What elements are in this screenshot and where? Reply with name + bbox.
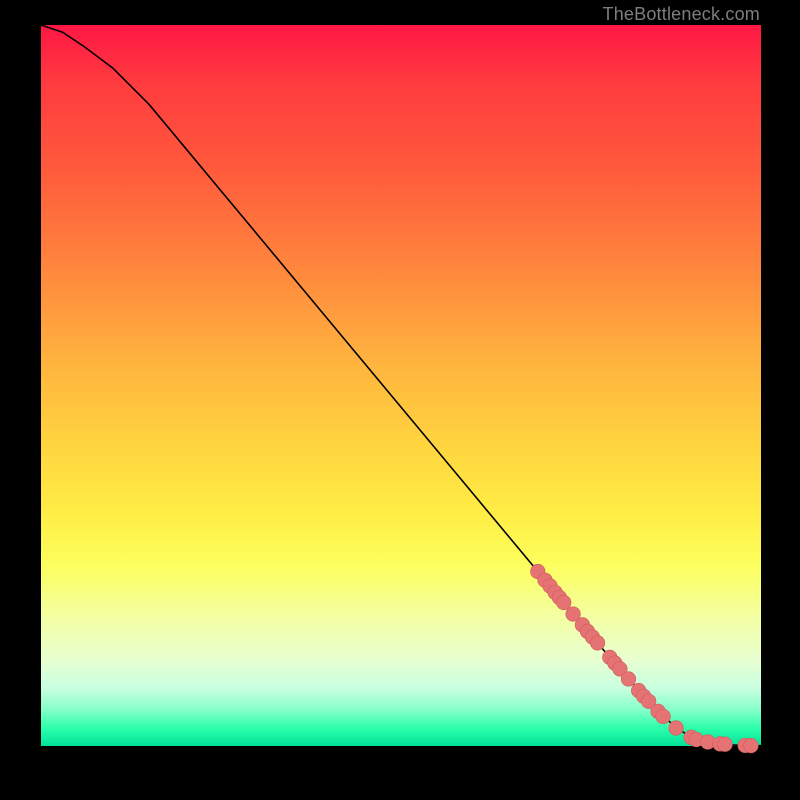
chart-canvas: TheBottleneck.com [0,0,800,800]
plot-area [41,25,761,746]
data-marker [590,636,605,651]
chart-svg [41,25,761,746]
bottleneck-curve [41,25,761,746]
marker-group [531,564,759,753]
data-marker [744,738,759,753]
data-marker [556,595,571,610]
data-marker [718,737,733,752]
data-marker [621,672,636,687]
watermark-text: TheBottleneck.com [603,4,760,25]
data-marker [656,709,671,724]
data-marker [669,721,684,736]
